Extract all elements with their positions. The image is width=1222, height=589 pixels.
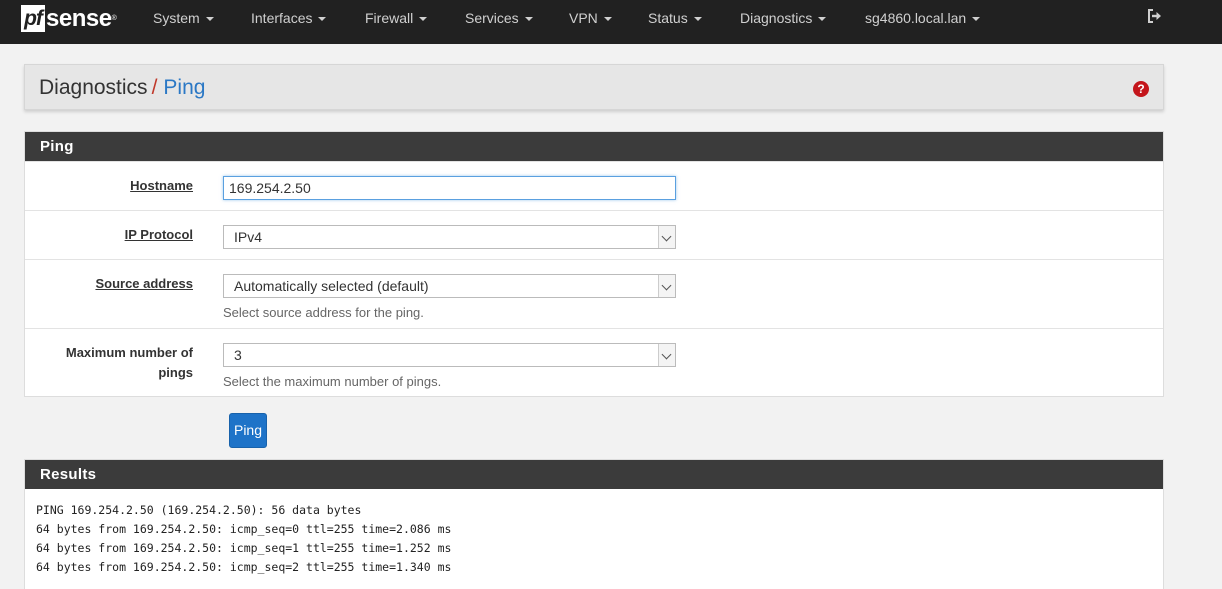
caret-down-icon <box>318 17 327 22</box>
breadcrumb-separator: / <box>151 76 158 99</box>
question-circle-icon[interactable]: ? <box>1133 81 1149 97</box>
nav-menu-status[interactable]: Status <box>648 0 702 36</box>
logo-text: sense® <box>46 4 117 32</box>
max-pings-row: Maximum number of pings 3 Select the max… <box>25 328 1163 397</box>
breadcrumb-bar: Diagnostics / Ping ? <box>24 64 1164 110</box>
max-pings-help: Select the maximum number of pings. <box>223 374 442 389</box>
hostname-label: Hostname <box>130 178 193 193</box>
chevron-down-icon <box>658 344 675 366</box>
hostname-input[interactable] <box>223 176 676 200</box>
source-address-select[interactable]: Automatically selected (default) <box>223 274 676 298</box>
ip-protocol-row: IP Protocol IPv4 <box>25 210 1163 259</box>
caret-down-icon <box>205 17 214 22</box>
result-line: PING 169.254.2.50 (169.254.2.50): 56 dat… <box>36 503 362 517</box>
results-panel: Results PING 169.254.2.50 (169.254.2.50)… <box>24 459 1164 589</box>
chevron-down-icon <box>658 275 675 297</box>
nav-menu-firewall[interactable]: Firewall <box>365 0 428 36</box>
results-title: Results <box>25 460 1163 489</box>
caret-down-icon <box>419 17 428 22</box>
source-address-row: Source address Automatically selected (d… <box>25 259 1163 328</box>
ip-protocol-select[interactable]: IPv4 <box>223 225 676 249</box>
caret-down-icon <box>524 17 533 22</box>
nav-menu-system[interactable]: System <box>153 0 214 36</box>
breadcrumb: Diagnostics / Ping <box>39 75 205 101</box>
pfsense-logo[interactable]: pf sense® <box>21 4 117 32</box>
panel-title: Ping <box>25 132 1163 161</box>
caret-down-icon <box>603 17 612 22</box>
logout-icon[interactable] <box>1147 8 1163 24</box>
nav-menu-vpn[interactable]: VPN <box>569 0 612 36</box>
caret-down-icon <box>693 17 702 22</box>
breadcrumb-current[interactable]: Ping <box>163 76 205 99</box>
hostname-row: Hostname <box>25 161 1163 210</box>
ip-protocol-label: IP Protocol <box>124 227 193 242</box>
result-line: 64 bytes from 169.254.2.50: icmp_seq=1 t… <box>36 541 452 555</box>
source-address-label: Source address <box>95 276 193 291</box>
max-pings-select[interactable]: 3 <box>223 343 676 367</box>
source-address-help: Select source address for the ping. <box>223 305 424 320</box>
logo-mark: pf <box>21 4 45 32</box>
chevron-down-icon <box>658 226 675 248</box>
nav-menu-hostname[interactable]: sg4860.local.lan <box>865 0 981 36</box>
nav-menu-services[interactable]: Services <box>465 0 533 36</box>
caret-down-icon <box>818 17 827 22</box>
breadcrumb-section[interactable]: Diagnostics <box>39 76 148 99</box>
result-line: 64 bytes from 169.254.2.50: icmp_seq=2 t… <box>36 560 452 574</box>
ping-form-panel: Ping Hostname IP Protocol IPv4 Source ad… <box>24 131 1164 397</box>
result-line: 64 bytes from 169.254.2.50: icmp_seq=0 t… <box>36 522 452 536</box>
ping-button[interactable]: Ping <box>229 413 267 448</box>
caret-down-icon <box>972 17 981 22</box>
max-pings-label: Maximum number of pings <box>65 345 193 380</box>
results-output: PING 169.254.2.50 (169.254.2.50): 56 dat… <box>25 489 1163 589</box>
nav-menu-diagnostics[interactable]: Diagnostics <box>740 0 827 36</box>
top-navbar: pf sense® System Interfaces Firewall Ser… <box>0 0 1222 44</box>
nav-menu-interfaces[interactable]: Interfaces <box>251 0 327 36</box>
